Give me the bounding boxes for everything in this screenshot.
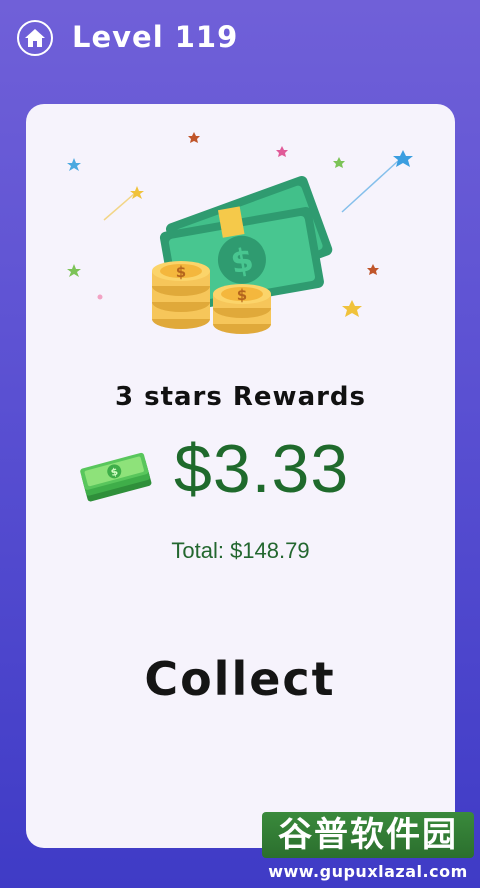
reward-row: $ $3.33 xyxy=(76,430,416,520)
svg-text:$: $ xyxy=(237,286,247,304)
reward-card: $ $ $ 3 stars Rewards $ $3.33 Total: $14… xyxy=(26,104,455,848)
home-icon xyxy=(25,29,45,47)
level-title: Level 119 xyxy=(72,20,239,54)
collect-button[interactable]: Collect xyxy=(100,644,380,714)
reward-amount: $3.33 xyxy=(174,431,350,507)
total-earnings: Total: $148.79 xyxy=(171,538,310,563)
rewards-label: 3 stars Rewards xyxy=(114,382,367,412)
home-button[interactable] xyxy=(17,20,53,56)
watermark-url: www.gupuxlazal.com xyxy=(268,862,468,881)
watermark-title: 谷普软件园 xyxy=(262,812,474,858)
money-bills-and-coins-icon: $ $ $ xyxy=(67,132,413,334)
svg-text:$: $ xyxy=(176,263,186,281)
watermark: 谷普软件园 www.gupuxlazal.com xyxy=(262,812,474,884)
cash-stack-icon: $ xyxy=(80,452,152,502)
top-bar: Level 119 xyxy=(0,0,480,80)
